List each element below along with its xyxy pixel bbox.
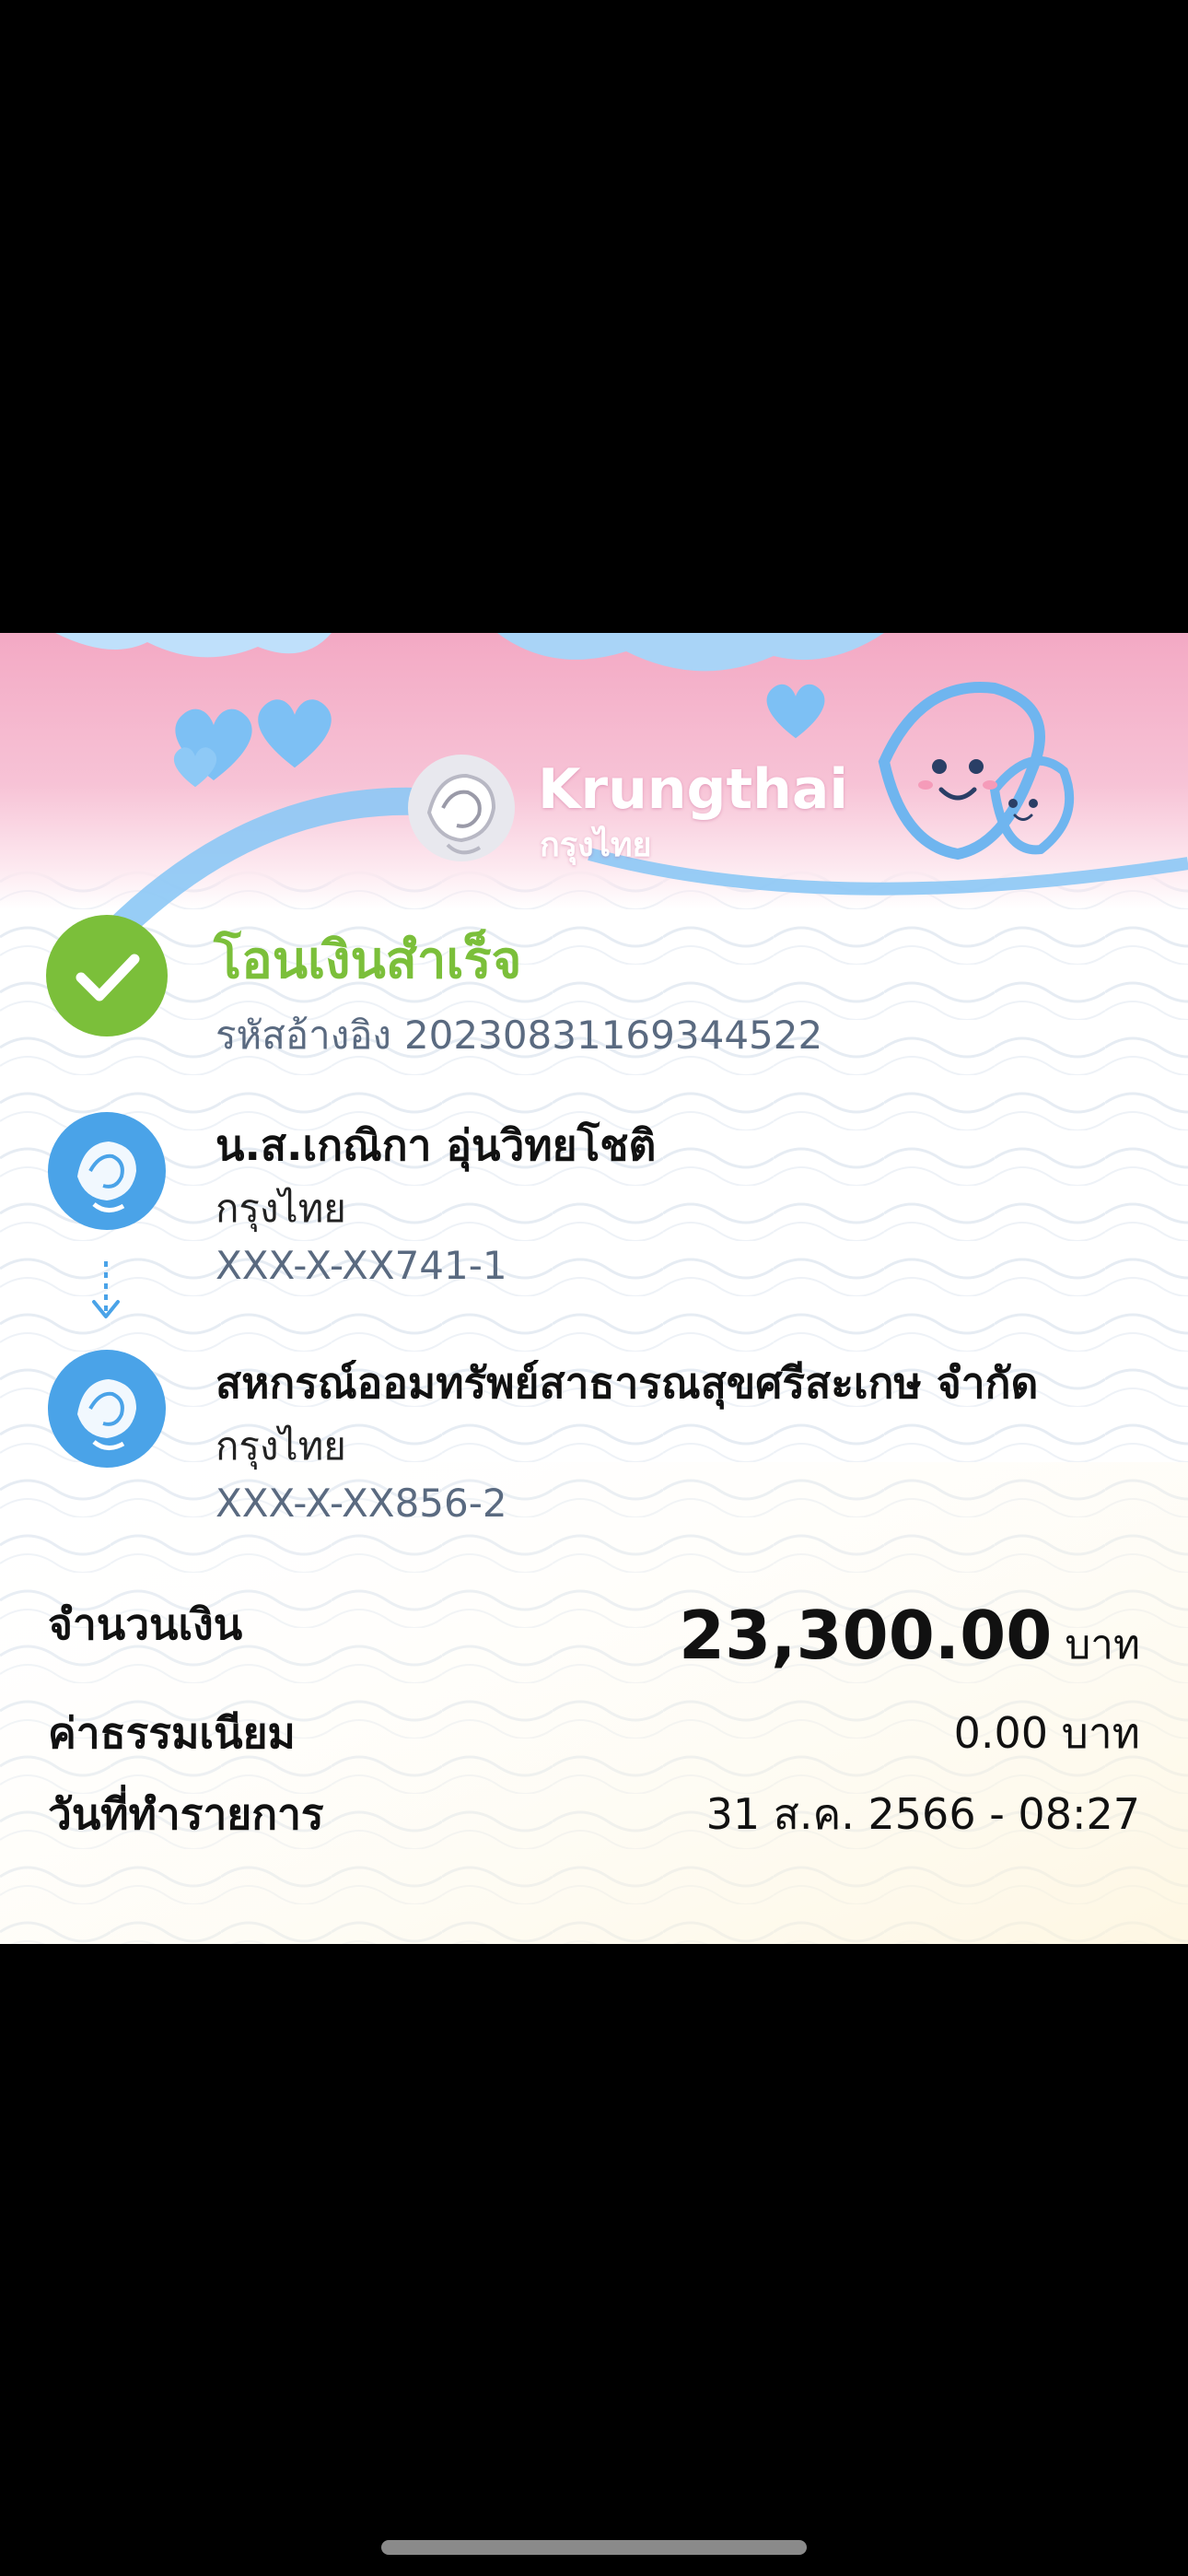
arrow-down-icon: [92, 1261, 120, 1318]
sender-bank-avatar: [48, 1112, 166, 1230]
brand-name-th: กรุงไทย: [540, 826, 652, 864]
sender-account: XXX-X-XX741-1: [215, 1243, 507, 1288]
heart-icon: [173, 747, 217, 788]
heart-icon: [258, 699, 332, 768]
success-badge: [46, 915, 168, 1036]
sender-bank: กรุงไทย: [215, 1186, 346, 1231]
transfer-slip: Krungthai กรุงไทย โอนเงินสำเร็จ รหัสอ้าง…: [0, 633, 1188, 1944]
amount-unit: บาท: [1065, 1622, 1140, 1669]
date-value: 31 ส.ค. 2566 - 08:27: [705, 1789, 1140, 1839]
status-title: โอนเงินสำเร็จ: [214, 931, 522, 990]
home-indicator[interactable]: [381, 2540, 807, 2555]
bank-emblem-icon: [408, 755, 515, 861]
reference-number: รหัสอ้างอิง 20230831169344522: [215, 1005, 835, 1066]
receiver-bank-avatar: [48, 1350, 166, 1468]
reference-label: รหัสอ้างอิง: [215, 1013, 391, 1058]
bank-emblem-icon: [77, 1379, 136, 1450]
reference-value: 20230831169344522: [403, 1013, 823, 1058]
sender-name: น.ส.เกณิกา อุ่นวิทยโชติ: [215, 1120, 657, 1170]
bank-emblem-icon: [77, 1142, 136, 1212]
amount-label: จำนวนเงิน: [48, 1599, 243, 1649]
receiver-name: สหกรณ์ออมทรัพย์สาธารณสุขศรีสะเกษ จำกัด: [215, 1358, 1039, 1408]
amount: 23,300.00 บาท: [679, 1597, 1140, 1677]
receiver-bank: กรุงไทย: [215, 1423, 346, 1469]
date-label: วันที่ทำรายการ: [48, 1789, 324, 1839]
fee-value: 0.00 บาท: [953, 1708, 1140, 1758]
check-icon: [76, 954, 140, 1001]
receiver-account: XXX-X-XX856-2: [215, 1481, 507, 1526]
heart-icon: [766, 684, 825, 739]
smiley-icon: [1008, 799, 1038, 821]
brand-name-en: Krungthai: [538, 757, 848, 822]
amount-value: 23,300.00: [678, 1597, 1053, 1674]
krungthai-logo: Krungthai กรุงไทย: [402, 748, 848, 868]
fee-label: ค่าธรรมเนียม: [48, 1708, 296, 1758]
